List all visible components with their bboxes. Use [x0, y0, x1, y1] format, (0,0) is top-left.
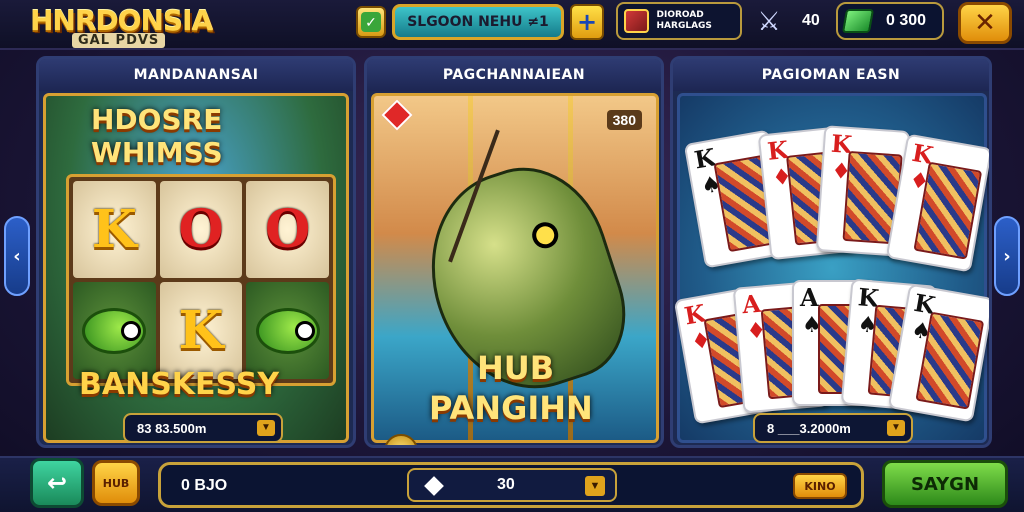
slot-bet-selector[interactable]: 83 83.500m ▼	[123, 413, 283, 443]
reel-symbol-fish	[73, 282, 156, 379]
coin-balance: 0 300	[886, 12, 927, 29]
total-label: 0 BJO	[181, 477, 228, 494]
ruby-icon	[381, 99, 413, 131]
chevron-down-icon[interactable]: ▼	[887, 420, 905, 436]
chevron-down-icon[interactable]: ▼	[257, 420, 275, 436]
plus-button[interactable]: +	[570, 4, 604, 40]
shield-icon[interactable]: ⚔	[754, 4, 784, 38]
chevron-down-icon[interactable]: ▼	[585, 476, 605, 496]
game-logo: HNRDONSIA GAL PDVS	[30, 4, 230, 48]
fishing-title-line2: PANGIHN	[429, 389, 593, 427]
slot-reels[interactable]: K O O K	[66, 174, 336, 386]
panel-title: PAGCHANNAIEAN	[367, 59, 661, 91]
fish-icon	[82, 307, 147, 354]
fish-icon	[255, 307, 320, 354]
plus-icon: +	[576, 8, 598, 36]
prev-arrow-button[interactable]: ‹	[4, 216, 30, 296]
reel-symbol: O	[159, 181, 243, 278]
info-text: DIOROAD HARGLAGS	[656, 10, 712, 31]
kino-button[interactable]: KINO	[793, 473, 847, 499]
slot-title: BANSKESSY	[79, 367, 280, 402]
coin-icon	[384, 434, 418, 445]
next-arrow-button[interactable]: ›	[994, 216, 1020, 296]
reel-symbol-fish	[246, 282, 329, 379]
check-button[interactable]: ✓	[356, 6, 386, 38]
card-rank: A	[800, 283, 819, 312]
slot-game-panel[interactable]: MANDANANSAI K O O K HDOSRE WHIMSS BANSKE…	[36, 56, 356, 448]
reel-symbol: K	[159, 282, 243, 379]
bet-bar: 0 BJO 30 ▼ KINO	[158, 462, 864, 508]
card-game-panel[interactable]: PAGIOMAN EASN K ♠ K ♦ K ♦ K ♦ K ♦ A ♦ A …	[670, 56, 992, 448]
card-rank: A	[740, 288, 762, 320]
slot-heading: HDOSRE WHIMSS	[91, 103, 223, 169]
close-icon: ✕	[974, 8, 996, 38]
panel-title: PAGIOMAN EASN	[673, 59, 989, 91]
share-button[interactable]: ↩	[30, 458, 84, 508]
chevron-right-icon: ›	[1003, 245, 1011, 267]
slot-bet-value: 83 83.500m	[137, 420, 207, 436]
card-scene: K ♠ K ♦ K ♦ K ♦ K ♦ A ♦ A ♠ K ♠ K ♠	[673, 93, 989, 443]
fish-eye	[528, 218, 562, 252]
close-button[interactable]: ✕	[958, 2, 1012, 44]
hub-button[interactable]: HUB	[92, 460, 140, 506]
logo-subtitle: GAL PDVS	[72, 33, 166, 48]
reel-symbol: K	[73, 181, 156, 278]
spin-button[interactable]: SAYGN	[882, 460, 1008, 508]
promo-banner[interactable]: SLGOON NEHU ≠1	[392, 4, 564, 40]
fishing-score: 380	[606, 110, 642, 130]
level-count: 40	[802, 12, 820, 29]
reel-symbol: O	[246, 181, 329, 278]
card-bet-selector[interactable]: 8 ___3.2000m ▼	[753, 413, 913, 443]
fishing-game-panel[interactable]: PAGCHANNAIEAN 380 HUB PANGIHN	[364, 56, 664, 448]
diamond-icon	[424, 476, 444, 496]
share-icon: ↩	[46, 469, 68, 497]
check-icon: ✓	[361, 12, 381, 32]
bet-amount-selector[interactable]: 30 ▼	[407, 468, 617, 502]
bet-amount: 30	[497, 476, 515, 493]
coin-balance-box[interactable]: 0 300	[836, 2, 944, 40]
chevron-left-icon: ‹	[13, 245, 21, 267]
chest-icon	[624, 9, 649, 33]
panel-title: MANDANANSAI	[39, 59, 353, 91]
cash-icon	[841, 9, 875, 33]
info-box[interactable]: DIOROAD HARGLAGS	[616, 2, 742, 40]
fishing-title-line1: HUB	[477, 349, 555, 387]
card-bet-value: 8 ___3.2000m	[767, 420, 851, 436]
